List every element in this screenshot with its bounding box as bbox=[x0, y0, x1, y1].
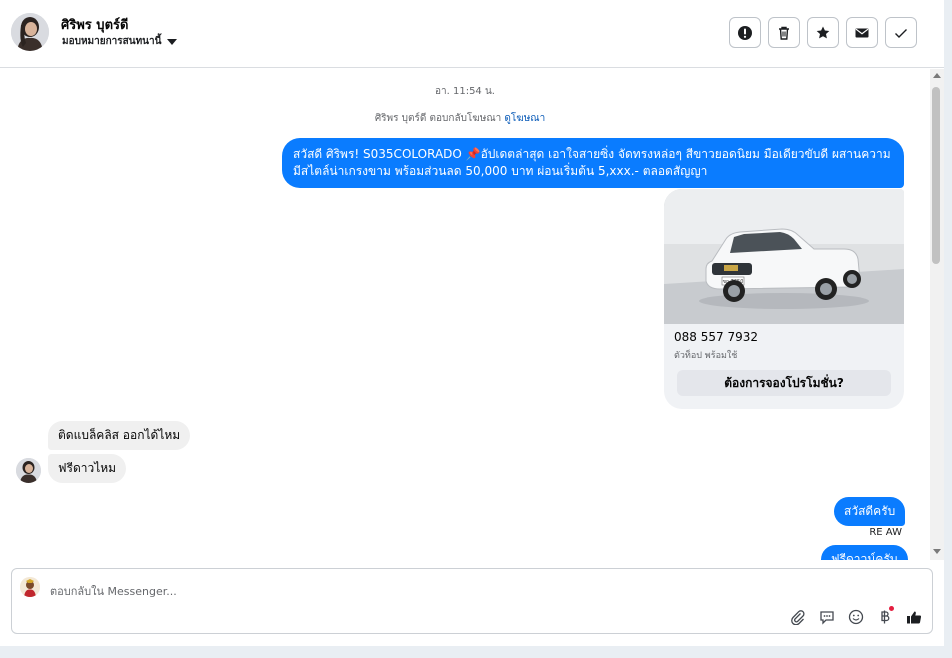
baht-icon bbox=[881, 610, 890, 624]
reply-input[interactable]: ตอบกลับใน Messenger... bbox=[50, 582, 177, 600]
report-button[interactable] bbox=[729, 17, 761, 48]
star-button[interactable] bbox=[807, 17, 839, 48]
saved-reply-button[interactable] bbox=[818, 608, 836, 626]
page-avatar bbox=[20, 577, 40, 597]
message-timestamp: อา. 11:54 น. bbox=[435, 86, 495, 97]
scroll-thumb[interactable] bbox=[932, 87, 940, 264]
contact-name[interactable]: ศิริพร บุตร์ดี bbox=[61, 14, 128, 35]
contact-avatar-small bbox=[16, 458, 41, 483]
delete-button[interactable] bbox=[768, 17, 800, 48]
notification-dot bbox=[889, 606, 894, 611]
ad-card-phone: 088 557 7932 bbox=[674, 330, 758, 344]
inbox-conversation-window: ศิริพร บุตร์ดี มอบหมายการสนทนานี้ อา. 11… bbox=[0, 0, 944, 646]
payment-button[interactable] bbox=[876, 606, 894, 626]
emoji-button[interactable] bbox=[847, 608, 865, 626]
composer-tools bbox=[789, 606, 923, 626]
assign-label: มอบหมายการสนทนานี้ bbox=[62, 36, 162, 47]
trash-icon bbox=[779, 26, 789, 40]
ad-reply-note: ศิริพร บุตร์ดี ตอบกลับโฆษณา ดูโฆษณา bbox=[0, 111, 920, 126]
attach-button[interactable] bbox=[789, 608, 807, 626]
conversation-actions bbox=[729, 17, 917, 48]
paperclip-icon bbox=[791, 610, 805, 625]
incoming-message: ฟรีดาวไหม bbox=[48, 454, 127, 483]
saved-reply-icon bbox=[820, 611, 834, 625]
check-icon bbox=[895, 28, 907, 38]
scroll-up-icon[interactable] bbox=[933, 73, 941, 78]
view-ad-link[interactable]: ดูโฆษณา bbox=[504, 113, 545, 124]
reply-composer[interactable]: ตอบกลับใน Messenger... bbox=[11, 568, 933, 634]
emoji-icon bbox=[848, 609, 864, 625]
message-thread[interactable]: อา. 11:54 น. ศิริพร บุตร์ดี ตอบกลับโฆษณา… bbox=[0, 69, 930, 560]
mark-unread-button[interactable] bbox=[846, 17, 878, 48]
car-image: ขก 7650 bbox=[664, 189, 904, 324]
like-button[interactable] bbox=[905, 608, 923, 626]
conversation-header: ศิริพร บุตร์ดี มอบหมายการสนทนานี้ bbox=[0, 0, 944, 68]
alert-icon bbox=[738, 25, 752, 40]
incoming-message: ติดแบล็คลิส ออกได้ไหม bbox=[48, 421, 191, 450]
scroll-down-icon[interactable] bbox=[933, 549, 941, 554]
ad-reply-note-text: ศิริพร บุตร์ดี ตอบกลับโฆษณา bbox=[374, 113, 502, 124]
assign-conversation-dropdown[interactable]: มอบหมายการสนทนานี้ bbox=[62, 34, 178, 49]
contact-avatar[interactable] bbox=[11, 13, 49, 51]
ad-card: ขก 7650 088 557 7932 ตัวท็อป พร้อมใช้ ต้… bbox=[664, 189, 904, 409]
star-icon bbox=[816, 26, 830, 38]
promo-booking-button[interactable]: ต้องการจองโปรโมชั่น? bbox=[677, 370, 891, 396]
ad-card-subtitle: ตัวท็อป พร้อมใช้ bbox=[674, 351, 738, 361]
outgoing-ad-message: สวัสดี ศิริพร! S035COLORADO 📌อัปเดตล่าสุ… bbox=[282, 138, 904, 188]
outgoing-message: สวัสดีครับ bbox=[834, 497, 906, 526]
outgoing-message: ฟรีดาวน์ครับ bbox=[821, 545, 908, 560]
thumbs-up-icon bbox=[907, 611, 922, 624]
thread-scrollbar[interactable] bbox=[930, 69, 944, 560]
caret-down-icon bbox=[167, 38, 178, 45]
sender-label: RE AW bbox=[869, 527, 902, 538]
envelope-icon bbox=[855, 28, 869, 37]
mark-done-button[interactable] bbox=[885, 17, 917, 48]
